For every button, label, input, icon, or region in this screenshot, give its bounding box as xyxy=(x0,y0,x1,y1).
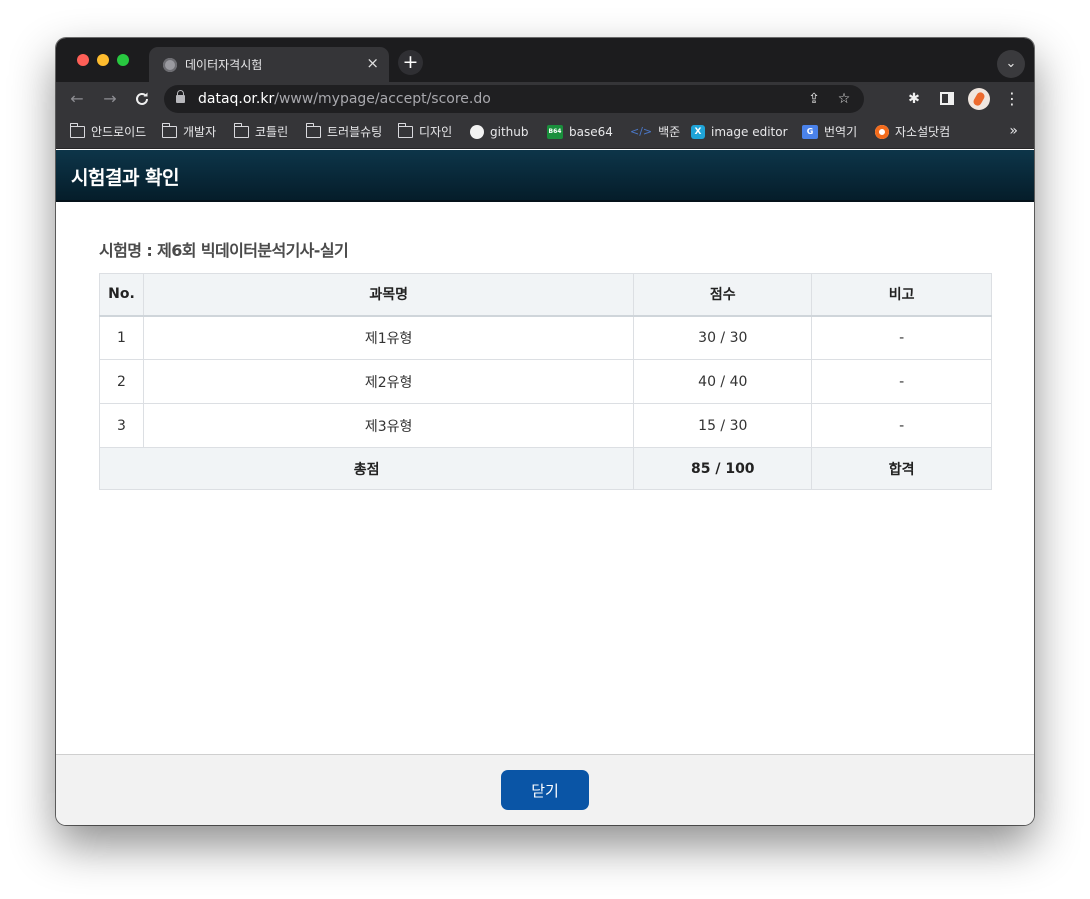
table-row: 3 제3유형 15 / 30 - xyxy=(99,403,992,448)
bookmark-baekjoon[interactable]: </> 백준 xyxy=(630,124,680,142)
browser-window: 데이터자격시험 × + ⌄ ← → dataq.or.kr/www/mypage… xyxy=(56,38,1034,825)
folder-icon xyxy=(397,122,413,138)
subject-name: 제3유형 xyxy=(142,403,635,448)
close-button[interactable]: 닫기 xyxy=(501,770,589,810)
forward-button[interactable]: → xyxy=(99,88,121,110)
score-value: 15 / 30 xyxy=(633,403,813,448)
extensions-icon[interactable]: ✱ xyxy=(904,89,924,109)
url-text[interactable]: dataq.or.kr/www/mypage/accept/score.do xyxy=(198,91,491,107)
browser-tab[interactable]: 데이터자격시험 × xyxy=(149,47,389,82)
total-score: 85 / 100 xyxy=(633,447,813,490)
bookmark-base64[interactable]: B64 base64 xyxy=(547,124,613,142)
bookmark-label: 번역기 xyxy=(824,125,858,139)
exam-name: 시험명 : 제6회 빅데이터분석기사-실기 xyxy=(99,241,349,260)
github-icon xyxy=(470,124,484,139)
url-host: dataq.or.kr xyxy=(198,91,275,107)
jasoseol-icon xyxy=(875,124,889,139)
bookmark-design[interactable]: 디자인 xyxy=(397,122,453,142)
page-footer: 닫기 xyxy=(56,754,1034,825)
page-header: 시험결과 확인 xyxy=(56,150,1034,202)
column-header-note: 비고 xyxy=(811,273,992,317)
code-icon: </> xyxy=(630,124,653,138)
bookmark-label: 백준 xyxy=(658,125,681,139)
column-header-subject: 과목명 xyxy=(142,273,635,317)
column-header-score: 점수 xyxy=(633,273,813,317)
row-number: 2 xyxy=(99,359,144,404)
score-value: 30 / 30 xyxy=(633,315,813,360)
bookmark-android[interactable]: 안드로이드 xyxy=(69,122,147,142)
row-number: 1 xyxy=(99,315,144,360)
score-value: 40 / 40 xyxy=(633,359,813,404)
note-value: - xyxy=(811,403,992,448)
share-icon[interactable]: ⇪ xyxy=(804,89,824,109)
globe-icon xyxy=(163,58,177,72)
close-window-button[interactable] xyxy=(77,54,89,66)
tab-search-button[interactable]: ⌄ xyxy=(997,50,1025,78)
url-path: /www/mypage/accept/score.do xyxy=(274,91,491,107)
total-row: 총점 85 / 100 합격 xyxy=(98,447,992,490)
bookmarks-bar: 안드로이드 개발자 코틀린 트러블슈팅 디자인 github B64 base64… xyxy=(56,116,1034,149)
browser-menu-icon[interactable]: ⋮ xyxy=(1002,89,1022,109)
bookmark-troubleshooting[interactable]: 트러블슈팅 xyxy=(305,122,383,142)
bookmark-label: base64 xyxy=(569,125,613,139)
bookmark-label: 안드로이드 xyxy=(91,125,147,139)
tab-title: 데이터자격시험 xyxy=(185,58,263,72)
profile-avatar[interactable] xyxy=(968,88,990,110)
lock-icon xyxy=(176,90,185,103)
bookmark-kotlin[interactable]: 코틀린 xyxy=(233,122,289,142)
browser-toolbar: ← → dataq.or.kr/www/mypage/accept/score.… xyxy=(56,82,1034,116)
image-editor-icon: X xyxy=(691,124,705,139)
page-title: 시험결과 확인 xyxy=(71,167,180,189)
table-header-row: No. 과목명 점수 비고 xyxy=(99,273,992,317)
reload-button[interactable] xyxy=(131,88,153,110)
note-value: - xyxy=(811,359,992,404)
bookmark-label: image editor xyxy=(711,125,788,139)
bookmark-developer[interactable]: 개발자 xyxy=(161,122,217,142)
note-value: - xyxy=(811,315,992,360)
total-label: 총점 xyxy=(98,447,635,490)
folder-icon xyxy=(161,122,177,138)
bookmark-label: 디자인 xyxy=(419,125,453,139)
column-header-no: No. xyxy=(99,273,144,317)
bookmark-label: 개발자 xyxy=(183,125,217,139)
back-button[interactable]: ← xyxy=(66,88,88,110)
row-number: 3 xyxy=(99,403,144,448)
bookmark-label: 자소설닷컴 xyxy=(895,125,951,139)
subject-name: 제1유형 xyxy=(142,315,635,360)
bookmark-star-icon[interactable]: ☆ xyxy=(834,89,854,109)
pass-result: 합격 xyxy=(811,447,992,490)
reload-icon xyxy=(136,92,148,105)
folder-icon xyxy=(233,122,249,138)
bookmarks-overflow-icon[interactable]: » xyxy=(1009,123,1018,139)
address-bar[interactable]: dataq.or.kr/www/mypage/accept/score.do ⇪… xyxy=(164,85,864,113)
bookmark-label: 트러블슈팅 xyxy=(327,125,383,139)
bookmark-github[interactable]: github xyxy=(470,124,528,142)
folder-icon xyxy=(305,122,321,138)
table-row: 2 제2유형 40 / 40 - xyxy=(99,359,992,404)
bookmark-label: github xyxy=(490,125,529,139)
tab-strip: 데이터자격시험 × + ⌄ xyxy=(56,38,1034,82)
zoom-window-button[interactable] xyxy=(117,54,129,66)
bookmark-translator[interactable]: G 번역기 xyxy=(802,124,857,142)
bookmark-label: 코틀린 xyxy=(255,125,289,139)
side-panel-icon[interactable] xyxy=(937,89,957,109)
google-translate-icon: G xyxy=(802,124,818,139)
bookmark-image-editor[interactable]: Ximage editor xyxy=(691,124,788,142)
close-tab-icon[interactable]: × xyxy=(366,54,379,72)
base64-icon: B64 xyxy=(547,124,563,139)
new-tab-button[interactable]: + xyxy=(398,50,423,75)
folder-icon xyxy=(69,122,85,138)
subject-name: 제2유형 xyxy=(142,359,635,404)
score-table: No. 과목명 점수 비고 1 제1유형 30 / 30 - 2 제2유형 40… xyxy=(98,273,992,490)
table-row: 1 제1유형 30 / 30 - xyxy=(99,315,992,360)
bookmark-jasoseol[interactable]: 자소설닷컴 xyxy=(875,124,950,142)
minimize-window-button[interactable] xyxy=(97,54,109,66)
